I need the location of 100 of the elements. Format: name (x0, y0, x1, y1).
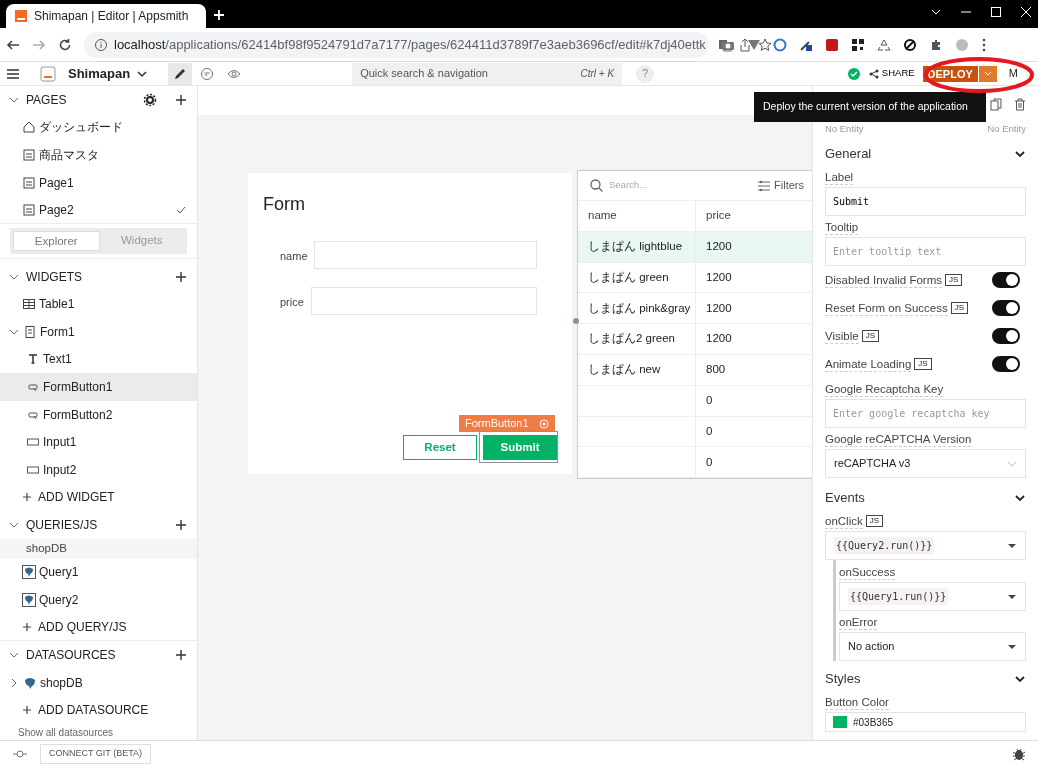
comment-icon (200, 66, 215, 81)
page-item[interactable]: 商品マスタ (0, 141, 197, 169)
add-link[interactable]: ADD QUERY/JS (0, 613, 197, 642)
connect-git-button[interactable]: CONNECT GIT (BETA) (40, 744, 151, 764)
add-icon[interactable] (175, 518, 187, 531)
new-tab-icon[interactable] (212, 8, 226, 22)
chevron-down-icon[interactable] (1014, 148, 1026, 160)
browser-tab[interactable]: Shimapan | Editor | Appsmith (6, 4, 206, 28)
toggle-switch[interactable] (992, 300, 1020, 316)
show-all-link[interactable]: Show all datasources (0, 724, 197, 740)
form-title: Form (263, 193, 305, 216)
qr-code-icon[interactable] (851, 37, 865, 52)
version-dropdown[interactable]: reCAPTCHA v3 (825, 449, 1026, 478)
triangle-icon[interactable] (747, 37, 761, 52)
js-toggle[interactable]: JS (950, 302, 969, 314)
widget-item[interactable]: Input1 (0, 428, 197, 456)
back-icon[interactable] (6, 37, 20, 52)
app-logo-icon (40, 65, 56, 82)
add-icon[interactable] (175, 649, 187, 662)
widget-item[interactable]: FormButton2 (0, 400, 197, 429)
app-name-dropdown[interactable]: Shimapan (68, 63, 149, 84)
search-field[interactable]: Quick search & navigation Ctrl + K (352, 62, 623, 85)
form-icon (23, 324, 37, 339)
recaptcha-key-field[interactable]: Enter google recaptcha key (825, 399, 1026, 428)
database-icon (23, 675, 37, 690)
action-dropdown[interactable]: {{Query1.run()}} (839, 582, 1026, 611)
property-label: onClick (825, 513, 863, 529)
page-item[interactable]: Page2 (0, 196, 197, 224)
input-field[interactable] (311, 287, 537, 315)
tooltip-field[interactable]: Enter tooltip text (825, 237, 1026, 266)
share-button[interactable]: SHARE (866, 66, 917, 81)
table-widget[interactable]: Search... Filters name price しまぱん lightblue 1200 しまぱん green 1200 しまぱん pink&gray 1200 しまぱん2 green 1200 しまぱん new 800 0 0 0 (577, 170, 812, 480)
copy-icon[interactable] (990, 97, 1002, 111)
column-header[interactable]: name (578, 201, 696, 232)
page-item[interactable]: ダッシュボード (0, 113, 197, 142)
datasource-item[interactable]: shopDB (0, 668, 197, 697)
delete-icon[interactable] (1014, 97, 1026, 111)
query-item[interactable]: Query1 (0, 558, 197, 587)
share-icon[interactable] (737, 37, 752, 52)
close-icon[interactable] (1020, 6, 1032, 18)
maximize-icon[interactable] (990, 6, 1002, 18)
widget-item[interactable]: Text1 (0, 345, 197, 374)
reload-icon[interactable] (58, 37, 72, 52)
section-title: DATASOURCES (26, 647, 117, 665)
input-field[interactable] (314, 241, 537, 269)
js-toggle[interactable]: JS (861, 330, 879, 342)
block-icon[interactable] (903, 37, 917, 52)
resize-handle[interactable] (573, 318, 579, 324)
edit-mode-button[interactable] (168, 62, 193, 85)
filters-button[interactable]: Filters (751, 176, 810, 195)
ring-icon[interactable] (773, 37, 787, 52)
database-icon (22, 565, 36, 580)
label-field[interactable]: Submit (825, 187, 1026, 216)
form-widget[interactable]: Form name price FormButton1 Reset Submit (248, 173, 572, 474)
menu-icon[interactable] (6, 66, 20, 81)
caret-icon (1007, 592, 1017, 601)
puzzle-icon[interactable] (929, 37, 943, 52)
explorer-tab[interactable]: Explorer (13, 230, 100, 251)
settings-icon[interactable] (143, 92, 157, 107)
chevron-down-icon[interactable] (1014, 673, 1026, 685)
js-toggle[interactable]: JS (944, 274, 963, 286)
widget-item[interactable]: FormButton1 (0, 373, 197, 401)
toggle-switch[interactable] (992, 356, 1020, 372)
section-title: General (825, 145, 872, 164)
add-icon[interactable] (175, 93, 187, 106)
js-toggle[interactable]: JS (865, 515, 884, 527)
star-icon[interactable] (757, 37, 772, 52)
table-cell: しまぱん pink&gray (578, 293, 696, 325)
share-icon (868, 68, 879, 79)
section-title: Styles (825, 670, 861, 689)
js-toggle[interactable]: JS (914, 358, 932, 370)
color-field[interactable]: #03B365 (825, 712, 1026, 732)
property-label: Button Color (825, 694, 889, 710)
action-dropdown[interactable]: {{Query2.run()}} (825, 531, 1026, 560)
add-link[interactable]: ADD WIDGET (0, 483, 197, 512)
action-dropdown[interactable]: No action (839, 632, 1026, 661)
query-item[interactable]: Query2 (0, 586, 197, 614)
plus-icon (22, 705, 32, 716)
widget-item[interactable]: Form1 (0, 318, 197, 346)
pencil-icon (173, 66, 188, 81)
extension-icon[interactable] (825, 37, 839, 52)
table-cell: しまぱん lightblue (578, 231, 696, 263)
widget-item[interactable]: Table1 (0, 290, 197, 319)
more-icon[interactable] (981, 37, 987, 52)
widget-item[interactable]: Input2 (0, 455, 197, 484)
page-icon (22, 175, 36, 190)
add-icon[interactable] (175, 270, 187, 283)
add-link[interactable]: ADD DATASOURCE (0, 696, 197, 725)
toggle-switch[interactable] (992, 328, 1020, 344)
property-label: Disabled Invalid Forms (825, 272, 942, 288)
page-item[interactable]: Page1 (0, 168, 197, 197)
chevron-down-icon[interactable] (1014, 492, 1026, 504)
group-label: shopDB (0, 538, 197, 559)
toggle-switch[interactable] (992, 272, 1020, 288)
recycle-icon[interactable] (877, 37, 891, 52)
bug-icon[interactable] (1012, 747, 1026, 761)
deploy-menu-button[interactable] (977, 65, 997, 82)
target-icon (539, 418, 549, 429)
property-label: Animate Loading (825, 356, 912, 372)
caret-icon (1007, 541, 1017, 550)
